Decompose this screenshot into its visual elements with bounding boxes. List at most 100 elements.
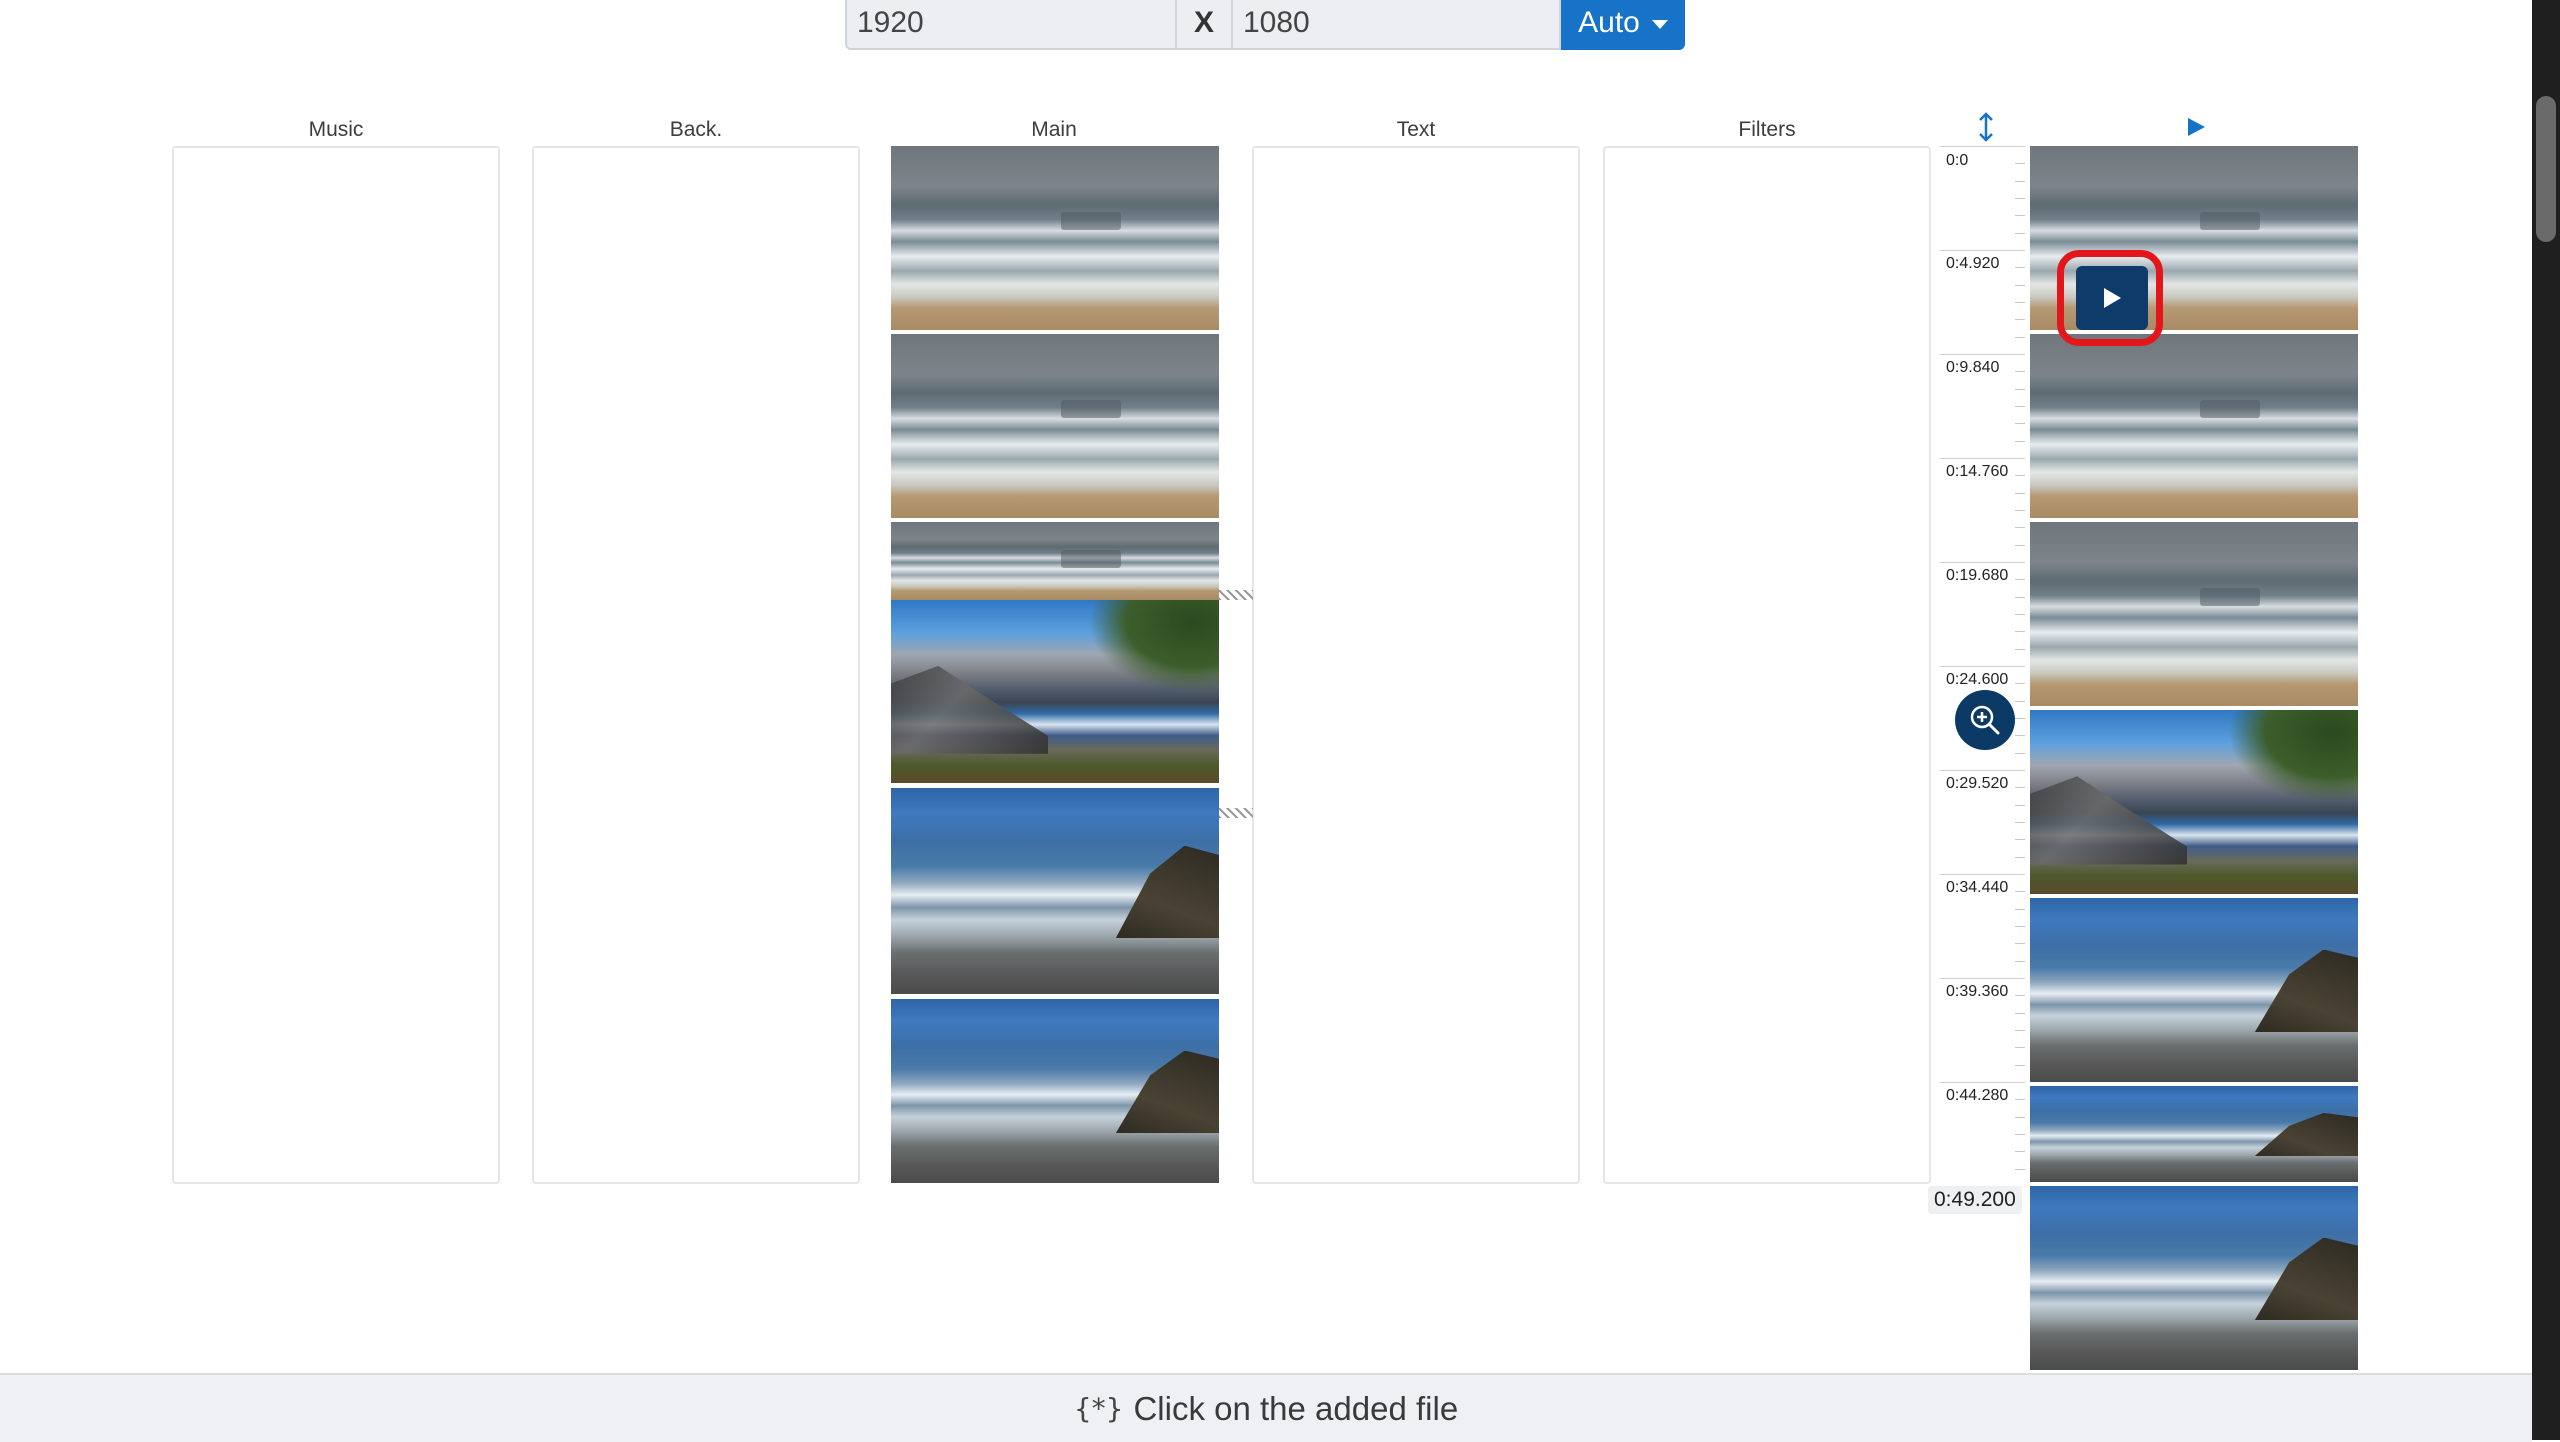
ruler-major-tick	[1940, 562, 2025, 563]
ruler-major-tick	[1940, 666, 2025, 667]
ruler-minor-tick	[2015, 1099, 2025, 1101]
ruler-minor-tick	[2015, 579, 2025, 581]
ruler-minor-tick	[2015, 475, 2025, 477]
ruler-total-duration: 0:49.200	[1928, 1186, 2022, 1214]
ruler-minor-tick	[2015, 215, 2025, 217]
ruler-minor-tick	[2015, 336, 2025, 338]
transition-marker[interactable]	[1219, 590, 1253, 600]
ruler-label: 0:14.760	[1946, 463, 2009, 480]
height-input[interactable]	[1231, 0, 1561, 50]
ruler-label: 0:34.440	[1946, 879, 2009, 896]
ruler-minor-tick	[2015, 405, 2025, 407]
track-header-main: Main	[1031, 118, 1077, 141]
scrollbar-thumb[interactable]	[2536, 96, 2556, 242]
ruler-minor-tick	[2015, 232, 2025, 234]
ruler-minor-tick	[2015, 1064, 2025, 1066]
ruler-minor-tick	[2015, 509, 2025, 511]
ruler-label: 0:24.600	[1946, 671, 2009, 688]
ruler-minor-tick	[2015, 683, 2025, 685]
track-header-background: Back.	[669, 118, 723, 141]
main-clip-thumbnail[interactable]	[891, 334, 1219, 518]
resolution-preset-dropdown[interactable]: Auto	[1561, 0, 1685, 50]
ruler-minor-tick	[2015, 301, 2025, 303]
track-filters[interactable]	[1603, 146, 1931, 1184]
preview-thumbnail[interactable]	[2030, 1086, 2358, 1182]
preview-thumbnail[interactable]	[2030, 334, 2358, 518]
ruler-minor-tick	[2015, 1151, 2025, 1153]
width-input[interactable]	[845, 0, 1177, 50]
zoom-in-icon	[1970, 705, 2000, 735]
ruler-major-tick	[1940, 250, 2025, 251]
transition-marker[interactable]	[1219, 808, 1253, 818]
ruler-minor-tick	[2015, 943, 2025, 945]
ruler-minor-tick	[2015, 1116, 2025, 1118]
ruler-major-tick	[1940, 874, 2025, 875]
ruler-minor-tick	[2015, 821, 2025, 823]
timeline-ruler: 0:0 0:4.920 0:9.840 0:14.760 0:19.680 0:…	[1940, 140, 2025, 1190]
ruler-major-tick	[1940, 146, 2025, 147]
status-message: Click on the added file	[1133, 1389, 1459, 1427]
track-header-text: Text	[1396, 118, 1436, 141]
ruler-major-tick	[1940, 978, 2025, 979]
ruler-minor-tick	[2015, 648, 2025, 650]
preview-thumbnail[interactable]	[2030, 1186, 2358, 1370]
ruler-label: 0:29.520	[1946, 775, 2009, 792]
ruler-major-tick	[1940, 354, 2025, 355]
ruler-minor-tick	[2015, 613, 2025, 615]
ruler-minor-tick	[2015, 735, 2025, 737]
main-clip-thumbnail[interactable]	[891, 999, 1219, 1183]
main-clip-thumbnail[interactable]	[891, 600, 1219, 783]
ruler-minor-tick	[2015, 423, 2025, 425]
ruler-minor-tick	[2015, 596, 2025, 598]
ruler-label: 0:9.840	[1946, 359, 2000, 376]
track-header-music: Music	[308, 118, 364, 141]
ruler-label: 0:0	[1946, 152, 1969, 169]
track-background[interactable]	[532, 146, 860, 1184]
preview-thumbnail[interactable]	[2030, 898, 2358, 1082]
main-clip-thumbnail[interactable]	[891, 146, 1219, 330]
ruler-minor-tick	[2015, 163, 2025, 165]
play-button[interactable]	[2076, 266, 2148, 330]
ruler-major-tick	[1940, 770, 2025, 771]
ruler-minor-tick	[2015, 544, 2025, 546]
ruler-minor-tick	[2015, 388, 2025, 390]
ruler-minor-tick	[2015, 856, 2025, 858]
up-down-arrow-icon[interactable]	[1975, 112, 1997, 142]
ruler-minor-tick	[2015, 804, 2025, 806]
zoom-in-button[interactable]	[1955, 690, 2015, 750]
ruler-label: 0:4.920	[1946, 255, 2000, 272]
ruler-minor-tick	[2015, 787, 2025, 789]
ruler-minor-tick	[2015, 180, 2025, 182]
ruler-minor-tick	[2015, 1133, 2025, 1135]
main-clip-thumbnail[interactable]	[891, 522, 1219, 600]
ruler-minor-tick	[2015, 891, 2025, 893]
ruler-minor-tick	[2015, 960, 2025, 962]
status-bar: {*} Click on the added file	[0, 1373, 2532, 1442]
track-text[interactable]	[1252, 146, 1580, 1184]
track-music[interactable]	[172, 146, 500, 1184]
ruler-major-tick	[1940, 1082, 2025, 1083]
preview-thumbnail[interactable]	[2030, 710, 2358, 894]
ruler-minor-tick	[2015, 995, 2025, 997]
ruler-minor-tick	[2015, 440, 2025, 442]
ruler-minor-tick	[2015, 197, 2025, 199]
ruler-minor-tick	[2015, 752, 2025, 754]
ruler-label: 0:19.680	[1946, 567, 2009, 584]
ruler-minor-tick	[2015, 1047, 2025, 1049]
ruler-minor-tick	[2015, 631, 2025, 633]
ruler-minor-tick	[2015, 700, 2025, 702]
ruler-minor-tick	[2015, 319, 2025, 321]
ruler-minor-tick	[2015, 492, 2025, 494]
main-clip-thumbnail[interactable]	[891, 788, 1219, 994]
resolution-preset-label: Auto	[1578, 6, 1640, 39]
ruler-minor-tick	[2015, 267, 2025, 269]
play-icon[interactable]	[2186, 116, 2206, 138]
track-header-filters: Filters	[1738, 118, 1796, 141]
ruler-label: 0:44.280	[1946, 1087, 2009, 1104]
resolution-bar: X Auto	[845, 0, 1685, 50]
chevron-down-icon	[1651, 19, 1668, 29]
sparkle-icon: {*}	[1073, 1392, 1124, 1425]
ruler-minor-tick	[2015, 284, 2025, 286]
preview-thumbnail[interactable]	[2030, 522, 2358, 706]
ruler-minor-tick	[2015, 839, 2025, 841]
